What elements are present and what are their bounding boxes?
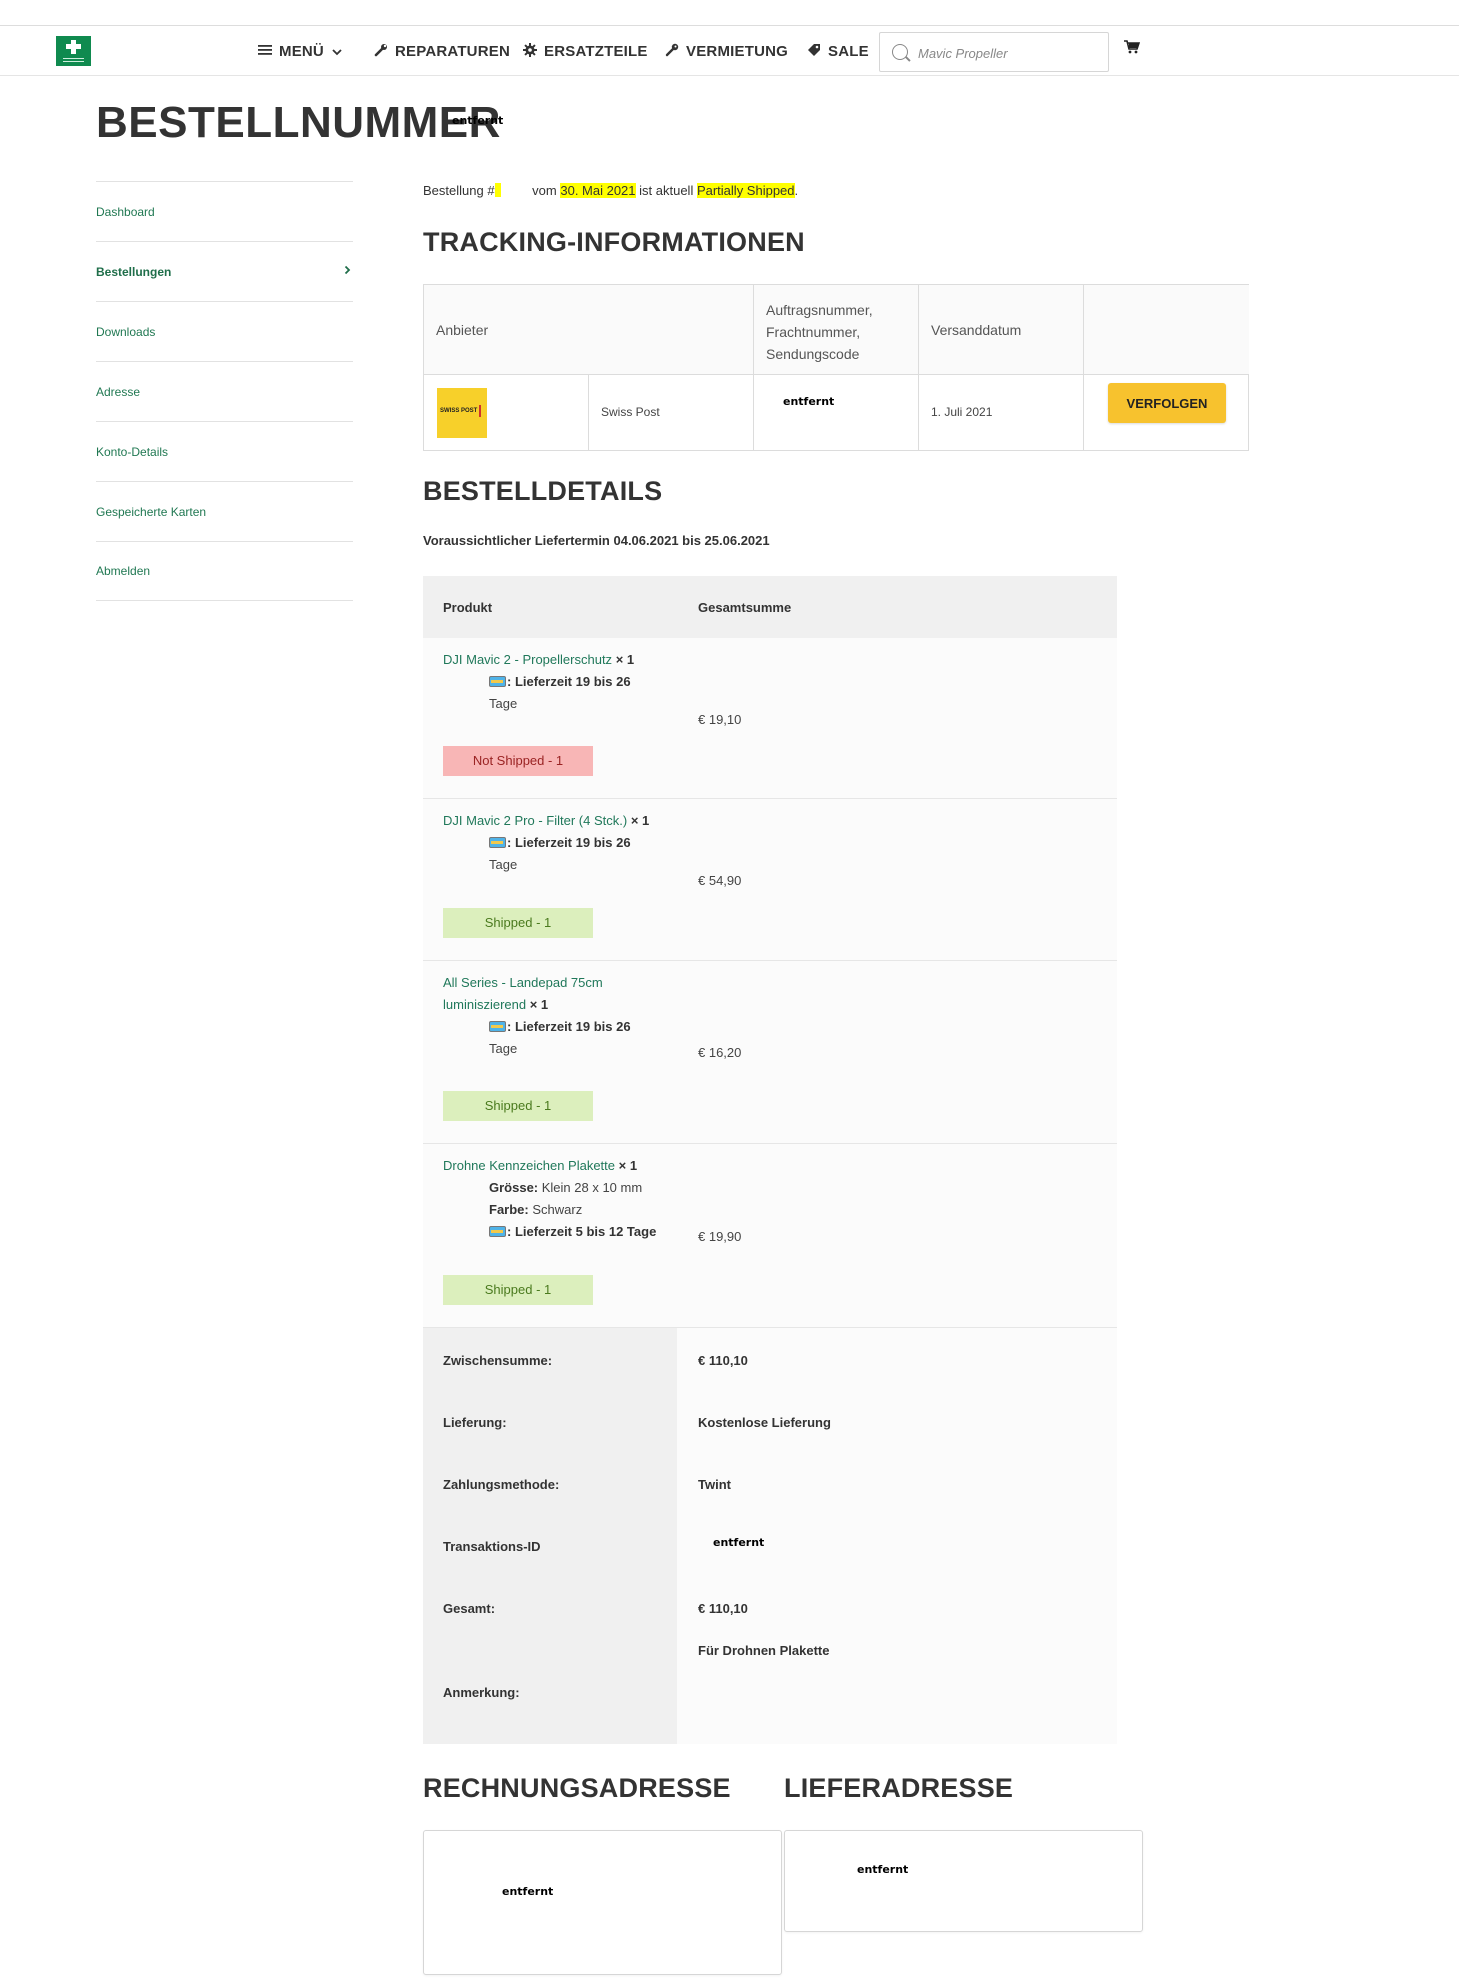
nav-reparaturen[interactable]: REPARATUREN	[374, 26, 510, 76]
sidebar-item-label: Adresse	[96, 384, 141, 399]
track-shipment-button[interactable]: VERFOLGEN	[1108, 383, 1226, 423]
tracking-heading: TRACKING-INFORMATIONEN	[423, 227, 805, 257]
shipping-address-box: entfernt	[784, 1830, 1143, 1932]
sidebar-item-gespeicherte-karten[interactable]: Gespeicherte Karten	[96, 481, 353, 541]
delivery-van-icon	[489, 837, 506, 848]
nav-menu[interactable]: MENÜ	[258, 26, 342, 76]
key-icon	[665, 43, 679, 60]
sidebar-item-label: Dashboard	[96, 204, 155, 219]
nav-ersatzteile-label: ERSATZTEILE	[544, 42, 648, 60]
redacted-order-number: entfernt	[452, 114, 504, 127]
tag-icon	[807, 43, 821, 60]
totals-row-shipping: Lieferung: Kostenlose Lieferung	[423, 1390, 1117, 1452]
sidebar-item-downloads[interactable]: Downloads	[96, 301, 353, 361]
order-item-row: DJI Mavic 2 Pro - Filter (4 Stck.) × 1 :…	[423, 799, 1117, 961]
gear-icon	[523, 42, 537, 60]
order-item-row: DJI Mavic 2 - Propellerschutz × 1 : Lief…	[423, 638, 1117, 799]
sidebar-item-label: Downloads	[96, 324, 156, 339]
site-header: MENÜ REPARATUREN ERSATZTEILE VERMIETUNG …	[0, 26, 1459, 76]
tracking-table: Anbieter Auftragsnummer, Frachtnummer, S…	[423, 284, 1249, 451]
product-link[interactable]: Drohne Kennzeichen Plakette	[443, 1158, 615, 1173]
search-icon	[892, 44, 908, 60]
cart-icon[interactable]	[1124, 40, 1141, 54]
sidebar-item-dashboard[interactable]: Dashboard	[96, 181, 353, 241]
totals-row-subtotal: Zwischensumme: € 110,10	[423, 1328, 1117, 1390]
totals-row-transaction: Transaktions-ID entfernt	[423, 1514, 1117, 1576]
search-input[interactable]	[918, 41, 1098, 65]
item-price: € 19,10	[698, 712, 742, 727]
delivery-estimate: Voraussichtlicher Liefertermin 04.06.202…	[423, 533, 770, 548]
order-state: Partially Shipped	[696, 183, 795, 198]
logo[interactable]	[56, 36, 91, 66]
sidebar-item-label: Gespeicherte Karten	[96, 504, 207, 519]
sidebar-item-bestellungen[interactable]: Bestellungen	[96, 241, 353, 301]
sidebar-item-label: Konto-Details	[96, 444, 169, 459]
shipping-address-text: entfernt	[857, 1863, 909, 1876]
col-total: Gesamtsumme	[698, 600, 792, 615]
billing-address-box: entfernt	[423, 1830, 782, 1975]
search-box[interactable]	[879, 32, 1109, 72]
col-product: Produkt	[443, 600, 493, 615]
order-item-row: All Series - Landepad 75cm luminiszierend…	[423, 961, 1117, 1144]
billing-address-text: entfernt	[502, 1885, 554, 1898]
billing-address-heading: RECHNUNGSADRESSE	[423, 1773, 731, 1803]
status-badge: Shipped - 1	[443, 1091, 593, 1121]
sidebar-item-label: Bestellungen	[96, 264, 172, 279]
transaction-id: entfernt	[713, 1536, 765, 1549]
item-price: € 16,20	[698, 1045, 742, 1060]
account-sidebar: Dashboard Bestellungen Downloads Adresse…	[96, 181, 353, 601]
sidebar-item-abmelden[interactable]: Abmelden	[96, 541, 353, 601]
tracking-provider-name: Swiss Post	[589, 375, 754, 450]
tracking-col-date: Versanddatum	[919, 285, 1084, 375]
delivery-van-icon	[489, 1021, 506, 1032]
nav-menu-label: MENÜ	[279, 42, 324, 60]
shipping-address-heading: LIEFERADRESSE	[784, 1773, 1014, 1803]
totals-row-note: Anmerkung: Für Drohnen Plakette	[423, 1638, 1117, 1744]
wrench-icon	[374, 43, 388, 60]
order-date: 30. Mai 2021	[560, 183, 636, 198]
sidebar-item-adresse[interactable]: Adresse	[96, 361, 353, 421]
swiss-post-logo: SWISS POST	[437, 388, 487, 438]
tracking-ship-date: 1. Juli 2021	[919, 375, 1084, 450]
order-details-heading: BESTELLDETAILS	[423, 476, 663, 506]
item-price: € 19,90	[698, 1229, 742, 1244]
totals-row-total: Gesamt: € 110,10	[423, 1576, 1117, 1638]
product-link[interactable]: All Series - Landepad 75cm luminiszierend	[443, 975, 603, 1012]
order-status-line: Bestellung # vom 30. Mai 2021 ist aktuel…	[423, 183, 799, 198]
status-badge: Shipped - 1	[443, 1275, 593, 1305]
product-link[interactable]: DJI Mavic 2 - Propellerschutz	[443, 652, 612, 667]
order-details-table: Produkt Gesamtsumme DJI Mavic 2 - Propel…	[423, 576, 1117, 1744]
nav-sale-label: SALE	[828, 42, 869, 60]
status-badge: Not Shipped - 1	[443, 746, 593, 776]
chevron-right-icon	[344, 264, 351, 278]
nav-reparaturen-label: REPARATUREN	[395, 42, 510, 60]
nav-ersatzteile[interactable]: ERSATZTEILE	[523, 26, 648, 76]
tracking-col-number: Auftragsnummer, Frachtnummer, Sendungsco…	[754, 285, 919, 375]
sidebar-item-konto-details[interactable]: Konto-Details	[96, 421, 353, 481]
hamburger-icon	[258, 43, 272, 59]
tracking-col-provider: Anbieter	[424, 285, 754, 375]
product-link[interactable]: DJI Mavic 2 Pro - Filter (4 Stck.)	[443, 813, 627, 828]
order-table-header: Produkt Gesamtsumme	[423, 576, 1117, 638]
totals-row-payment: Zahlungsmethode: Twint	[423, 1452, 1117, 1514]
item-price: € 54,90	[698, 873, 742, 888]
tracking-code: entfernt	[783, 395, 835, 408]
nav-sale[interactable]: SALE	[807, 26, 869, 76]
delivery-van-icon	[489, 676, 506, 687]
nav-vermietung[interactable]: VERMIETUNG	[665, 26, 788, 76]
status-badge: Shipped - 1	[443, 908, 593, 938]
page-title: BESTELLNUMMER	[96, 98, 501, 147]
nav-vermietung-label: VERMIETUNG	[686, 42, 789, 60]
chevron-down-icon	[332, 43, 342, 60]
order-item-row: Drohne Kennzeichen Plakette × 1 Grösse: …	[423, 1144, 1117, 1328]
delivery-van-icon	[489, 1226, 506, 1237]
sidebar-item-label: Abmelden	[96, 564, 151, 578]
